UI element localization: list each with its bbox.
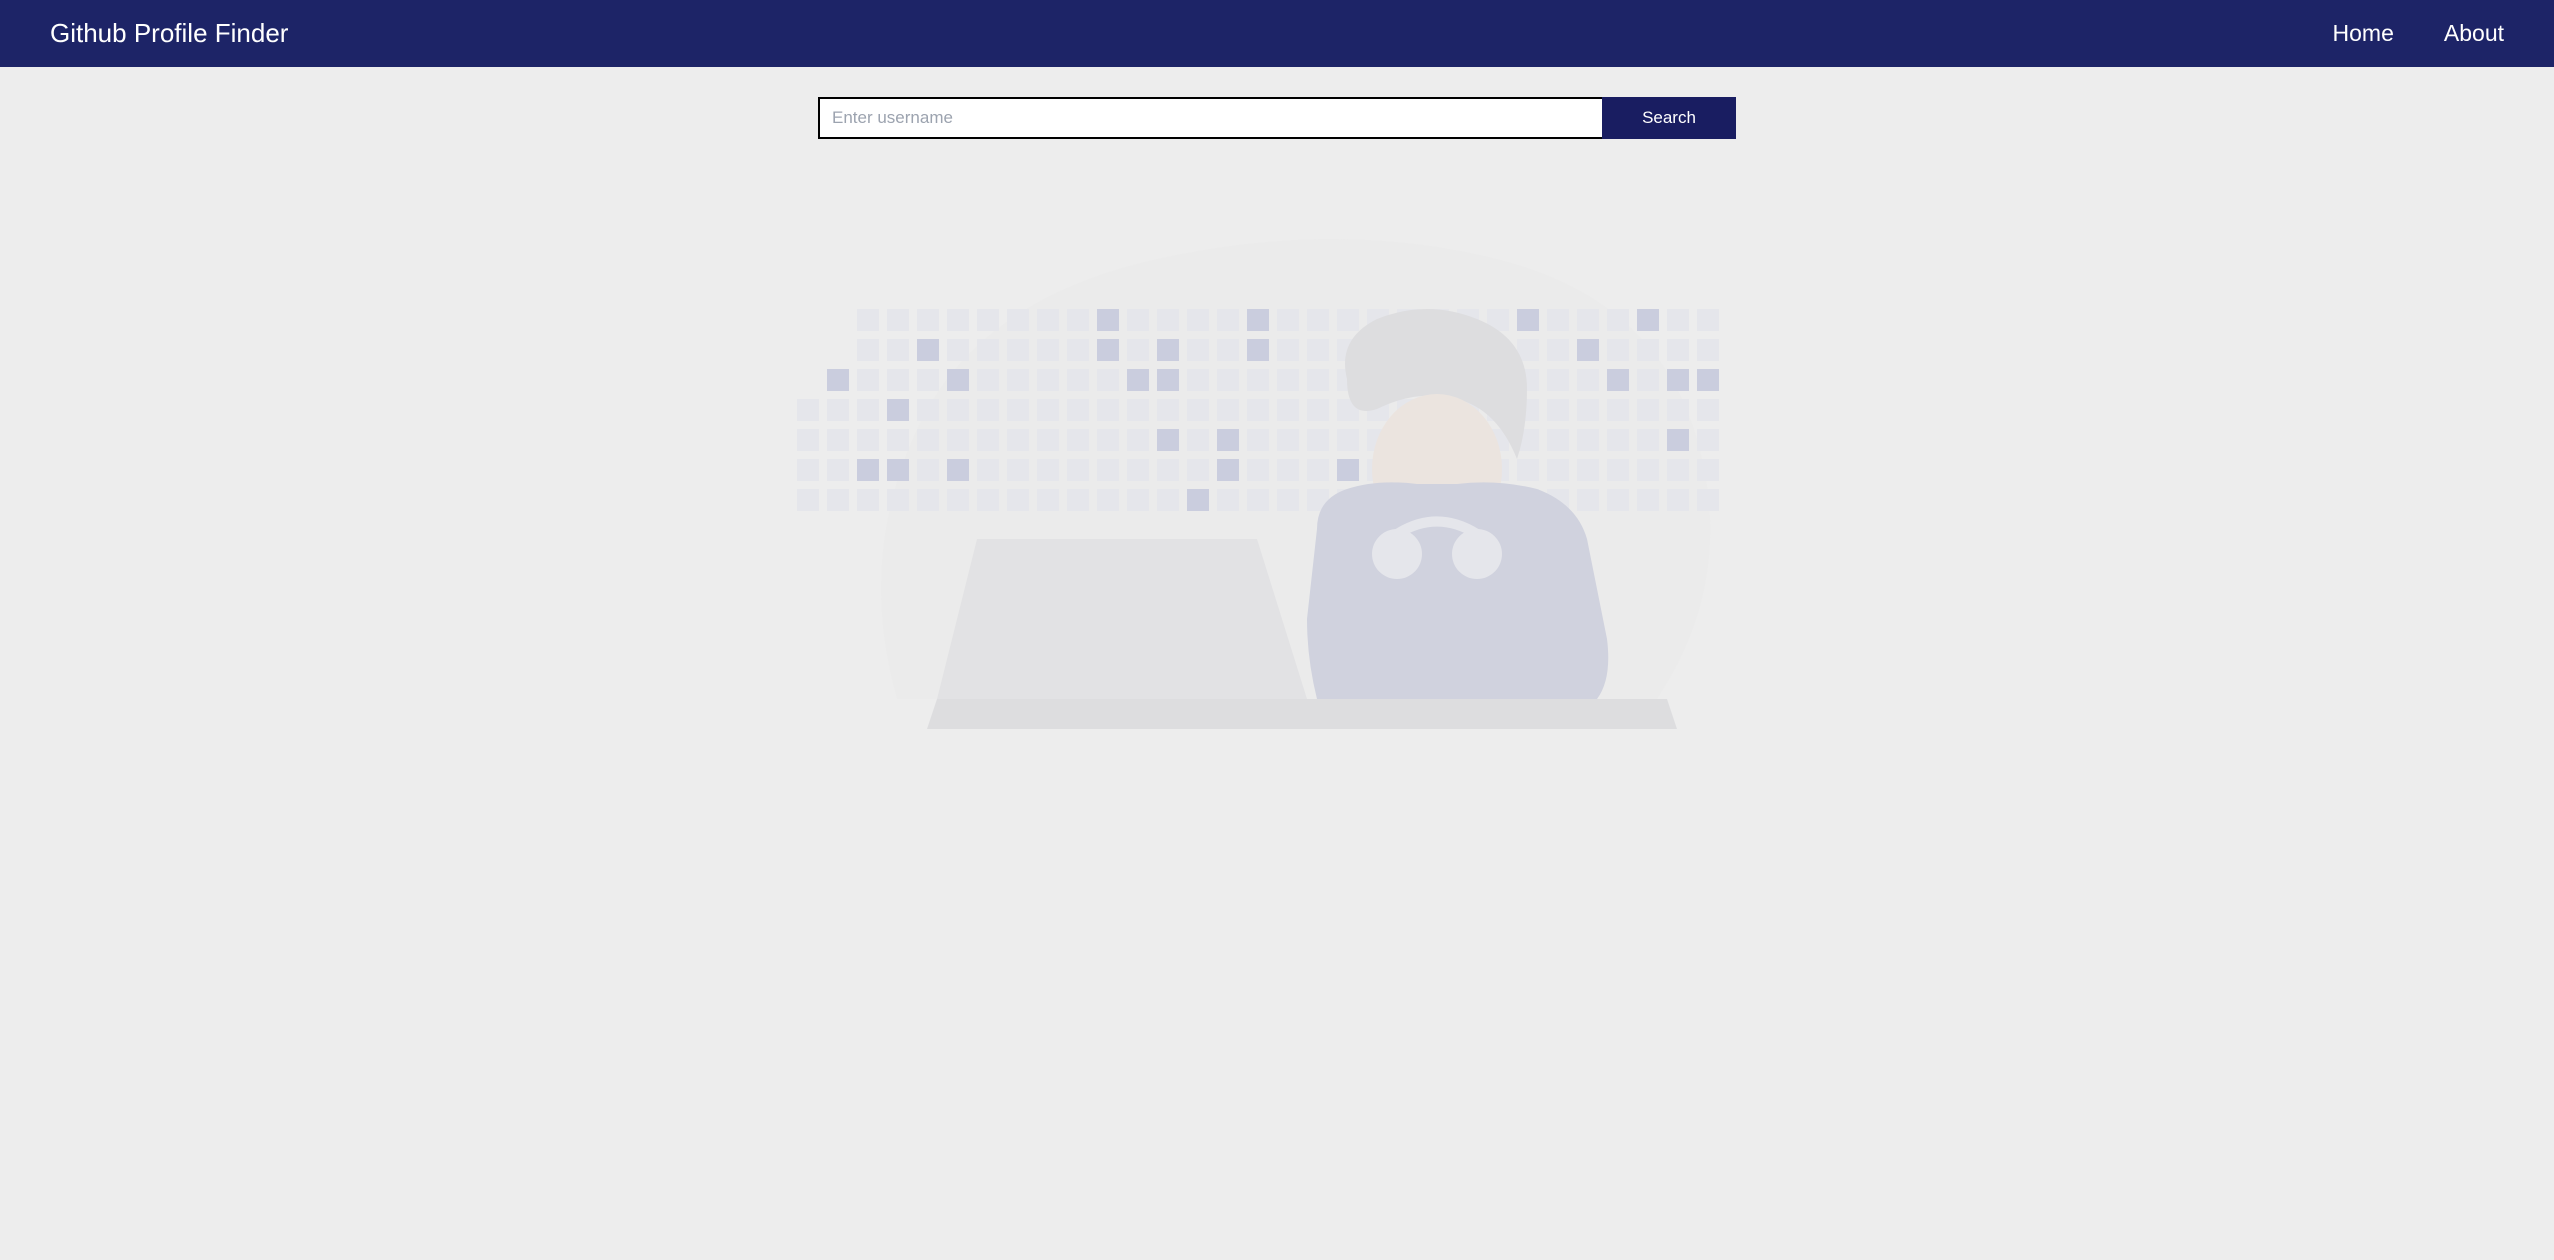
search-wrapper: Search xyxy=(818,97,1736,139)
username-input[interactable] xyxy=(818,97,1602,139)
nav-link-home[interactable]: Home xyxy=(2333,20,2394,47)
app-title: Github Profile Finder xyxy=(50,18,288,49)
hero-illustration xyxy=(777,159,1777,759)
search-button[interactable]: Search xyxy=(1602,97,1736,139)
navbar: Github Profile Finder Home About xyxy=(0,0,2554,67)
nav-link-about[interactable]: About xyxy=(2444,20,2504,47)
navbar-links: Home About xyxy=(2333,20,2504,47)
search-container: Search xyxy=(0,97,2554,139)
